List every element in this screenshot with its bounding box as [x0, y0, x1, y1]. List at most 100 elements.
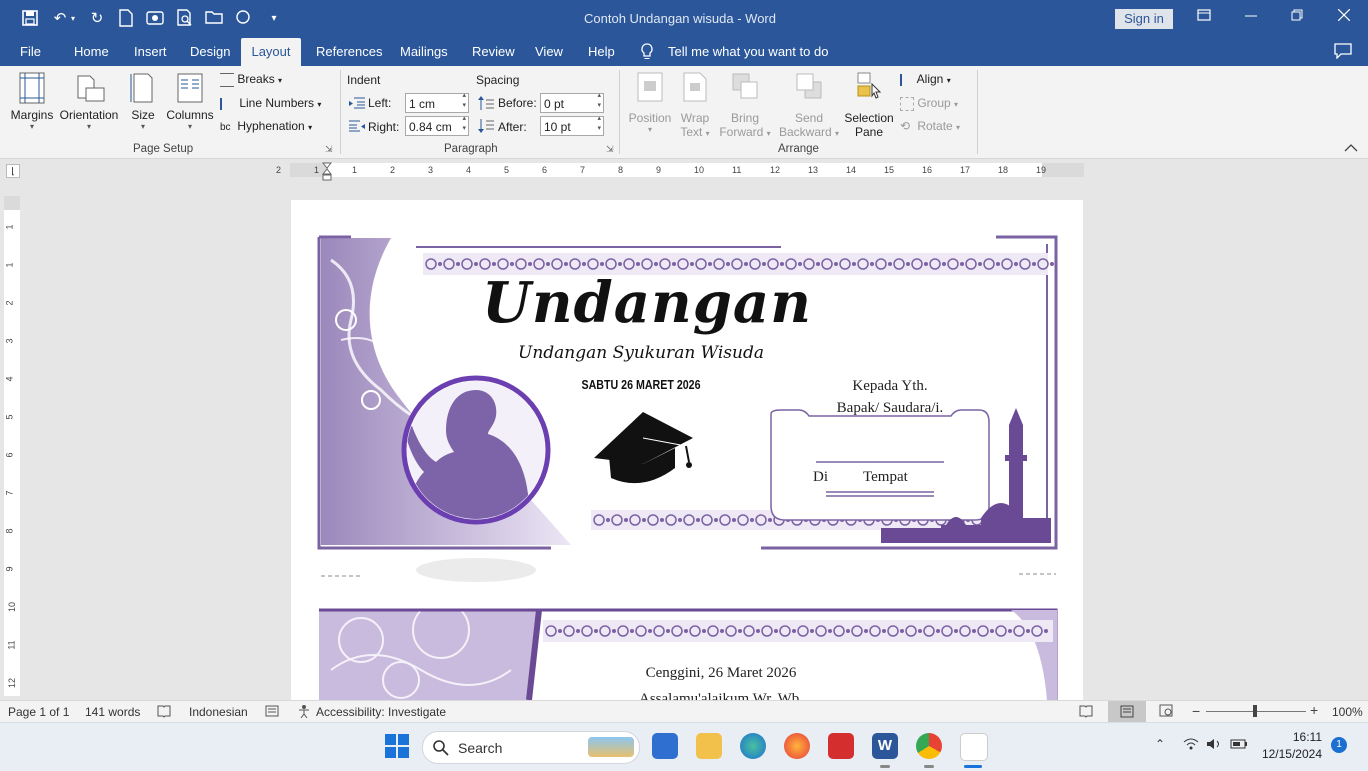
tab-design[interactable]: Design	[180, 38, 240, 66]
wrap-text-button[interactable]: Wrap Text ▾	[676, 72, 714, 139]
tell-me-search[interactable]: Tell me what you want to do	[668, 38, 828, 66]
wifi-icon[interactable]	[1183, 737, 1199, 751]
align-button[interactable]: Align ▾	[900, 72, 951, 86]
page-setup-launcher-icon[interactable]: ⇲	[325, 144, 333, 155]
comments-icon[interactable]	[1334, 43, 1354, 61]
selection-pane-button[interactable]: Selection Pane	[842, 72, 896, 139]
collapse-ribbon-icon[interactable]	[1344, 142, 1358, 152]
ribbon-display-options-icon[interactable]	[1197, 9, 1217, 29]
document-page[interactable]: Undangan Undangan Syukuran Wisuda SABTU …	[291, 200, 1083, 700]
position-button[interactable]: Position ▾	[626, 72, 674, 134]
size-button[interactable]: Size ▾	[126, 72, 160, 131]
spacing-before-input[interactable]: 0 pt ▴ ▾	[540, 91, 604, 113]
zoom-slider-thumb[interactable]	[1253, 705, 1257, 717]
volume-icon[interactable]	[1206, 737, 1222, 751]
word-count[interactable]: 141 words	[85, 705, 140, 719]
flower-dot	[630, 629, 634, 633]
tab-review[interactable]: Review	[462, 38, 525, 66]
pdf-reader-icon[interactable]	[828, 733, 854, 759]
ruler-number: 1	[314, 165, 320, 175]
flower-dot	[846, 629, 850, 633]
orientation-button[interactable]: Orientation ▾	[58, 72, 120, 131]
clock-time[interactable]: 16:11	[1258, 730, 1322, 744]
tab-home[interactable]: Home	[64, 38, 119, 66]
snipping-tool-icon[interactable]	[960, 733, 988, 761]
line-numbers-button[interactable]: Line Numbers ▾	[220, 96, 321, 110]
bring-forward-button[interactable]: Bring Forward ▾	[716, 72, 774, 139]
new-document-icon[interactable]	[116, 9, 136, 29]
spinner-arrows-icon[interactable]: ▴ ▾	[597, 91, 601, 111]
spinner-arrows-icon[interactable]: ▴ ▾	[462, 114, 466, 134]
vertical-ruler[interactable]: 1 1 2 3 4 5 6 7 8 9 10 11 12	[4, 196, 20, 696]
print-preview-icon[interactable]	[175, 9, 195, 29]
undo-dropdown-icon[interactable]: ▾	[68, 9, 78, 29]
circle-shape-icon[interactable]	[233, 9, 253, 29]
chrome-icon[interactable]	[916, 733, 942, 759]
print-layout-button[interactable]	[1108, 701, 1146, 722]
text-predictions-icon[interactable]	[265, 704, 279, 718]
tab-insert[interactable]: Insert	[124, 38, 177, 66]
save-icon[interactable]	[20, 9, 40, 29]
send-backward-button[interactable]: Send Backward ▾	[776, 72, 842, 139]
zoom-in-button[interactable]: +	[1310, 702, 1318, 718]
zoom-level[interactable]: 100%	[1332, 705, 1363, 719]
redo-icon[interactable]: ↻	[87, 9, 107, 29]
tab-help[interactable]: Help	[578, 38, 625, 66]
ruler-number: 10	[7, 601, 18, 613]
horizontal-ruler[interactable]: 2 1 1 2 3 4 5 6 7 8 9 10 11 12 13 14 15 16 17 18 19	[276, 163, 1084, 177]
edge-browser-icon[interactable]	[740, 733, 766, 759]
close-icon[interactable]	[1337, 8, 1352, 23]
tab-view[interactable]: View	[525, 38, 573, 66]
event-date: SABTU 26 MARET 2026	[581, 377, 701, 392]
file-explorer-icon[interactable]	[696, 733, 722, 759]
word-app-icon[interactable]: W	[872, 733, 898, 759]
sign-in-button[interactable]: Sign in	[1115, 9, 1173, 29]
battery-icon[interactable]	[1230, 737, 1248, 751]
tab-layout[interactable]: Layout	[241, 38, 301, 66]
page-count[interactable]: Page 1 of 1	[8, 705, 69, 719]
columns-button[interactable]: Columns ▾	[164, 72, 216, 131]
spinner-arrows-icon[interactable]: ▴ ▾	[597, 114, 601, 134]
tab-selector-icon[interactable]: ⌊	[6, 164, 20, 178]
indent-right-input[interactable]: 0.84 cm ▴ ▾	[405, 114, 469, 136]
breaks-button[interactable]: Breaks ▾	[220, 72, 282, 87]
notification-badge[interactable]: 1	[1331, 737, 1347, 753]
proofing-icon[interactable]	[157, 704, 171, 718]
show-hidden-icons-icon[interactable]: ⌃	[1155, 737, 1165, 751]
hyphenation-button[interactable]: bc Hyphenation ▾	[220, 119, 312, 133]
windows-start-icon[interactable]	[385, 734, 409, 758]
arrange-group-label: Arrange	[778, 143, 819, 155]
accessibility-icon[interactable]	[297, 704, 313, 719]
web-layout-icon[interactable]	[1159, 704, 1175, 718]
tab-file[interactable]: File	[10, 38, 51, 66]
minimize-icon[interactable]	[1245, 8, 1259, 28]
clock-date[interactable]: 12/15/2024	[1258, 747, 1322, 761]
indent-left-input[interactable]: 1 cm ▴ ▾	[405, 91, 469, 113]
rotate-button[interactable]: ⟲ Rotate ▾	[900, 119, 960, 133]
read-mode-icon[interactable]	[1079, 704, 1095, 718]
group-button[interactable]: Group ▾	[900, 96, 958, 111]
share-icon[interactable]	[145, 9, 165, 29]
indent-left-label: Left:	[368, 96, 392, 110]
firefox-icon[interactable]	[784, 733, 810, 759]
tab-references[interactable]: References	[306, 38, 392, 66]
size-label: Size	[131, 108, 155, 122]
microsoft-store-icon[interactable]	[652, 733, 678, 759]
spinner-arrows-icon[interactable]: ▴ ▾	[462, 91, 466, 111]
indent-marker-icon[interactable]	[321, 162, 333, 182]
margins-button[interactable]: Margins ▾	[8, 72, 56, 131]
undo-icon[interactable]: ↶	[50, 9, 70, 29]
zoom-out-button[interactable]: −	[1192, 703, 1200, 719]
flower-dot	[774, 629, 778, 633]
taskbar-search-box[interactable]: Search	[422, 731, 640, 764]
customize-qat-icon[interactable]: ▾	[264, 9, 284, 29]
flower-dot	[528, 262, 532, 266]
accessibility-status[interactable]: Accessibility: Investigate	[316, 705, 446, 719]
language-indicator[interactable]: Indonesian	[189, 705, 248, 719]
restore-icon[interactable]	[1291, 9, 1305, 23]
open-folder-icon[interactable]	[204, 9, 224, 29]
flower-dot	[702, 629, 706, 633]
paragraph-launcher-icon[interactable]: ⇲	[606, 144, 614, 155]
tab-mailings[interactable]: Mailings	[390, 38, 458, 66]
spacing-after-input[interactable]: 10 pt ▴ ▾	[540, 114, 604, 136]
